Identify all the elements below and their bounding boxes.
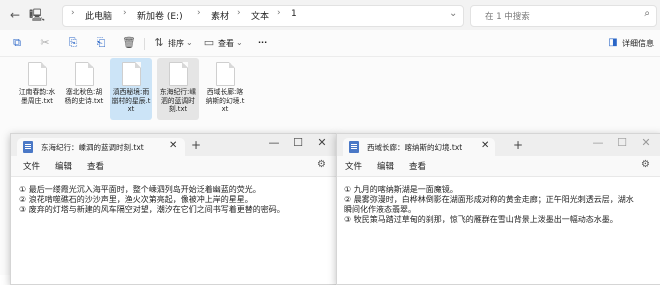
tab-document[interactable]: 西域长廊：喀纳斯的幻境.txt ✕	[343, 138, 495, 156]
text-file-icon	[122, 62, 141, 86]
text-line: ③ 废弃的灯塔与新建的风车隔空对望，潮汐在它们之间书写着更替的密码。	[19, 205, 285, 214]
file-item[interactable]: 塞北秋色:胡杨的史诗.txt	[63, 58, 105, 120]
new-tab-button[interactable]: +	[191, 138, 201, 152]
delete-icon[interactable]: 🗑	[122, 36, 136, 50]
text-line: ② 晨雾弥漫时，白桦林倒影在湖面形成对称的黄金走廊；正午阳光刺透云层，湖水	[344, 195, 634, 204]
minimize-button[interactable]: —	[585, 136, 611, 149]
chevron-down-icon: ⌄	[236, 38, 243, 47]
text-file-icon	[216, 62, 235, 86]
title-bar: 东海纪行：嵊泗的蓝调时刻.txt ✕ + — ☐ ✕	[11, 134, 336, 156]
address-bar[interactable]: › 此电脑 › 新加卷 (E:) › 素材 › 文本 › 1 ⌄	[62, 5, 464, 27]
view-button[interactable]: 查看	[218, 38, 234, 49]
file-name: 塞北秋色:胡杨的史诗.txt	[64, 88, 104, 105]
menu-edit[interactable]: 编辑	[377, 160, 394, 172]
view-icon[interactable]: ▭	[202, 36, 216, 50]
menu-bar: 文件 编辑 查看 ⚙	[11, 156, 336, 176]
breadcrumb-separator: ›	[71, 8, 75, 18]
details-pane-icon[interactable]: ◨	[606, 36, 620, 50]
address-dropdown-icon[interactable]: ⌄	[449, 8, 457, 19]
gear-icon[interactable]: ⚙	[641, 159, 650, 170]
minimize-button[interactable]: —	[261, 136, 287, 149]
paste-icon[interactable]: ⎗	[94, 36, 108, 50]
menu-file[interactable]: 文件	[345, 160, 362, 172]
text-line: ① 最后一缕霞光沉入海平面时，整个嵊泗列岛开始泛着幽蓝的荧光。	[19, 185, 261, 194]
gear-icon[interactable]: ⚙	[317, 159, 326, 170]
text-editor[interactable]: ① 九月的喀纳斯湖是一面魔镜。 ② 晨雾弥漫时，白桦林倒影在湖面形成对称的黄金走…	[337, 176, 660, 284]
notepad-window-right: 西域长廊：喀纳斯的幻境.txt ✕ + — ☐ ✕ 文件 编辑 查看 ⚙ ① 九…	[336, 133, 660, 285]
sort-button[interactable]: 排序	[168, 38, 184, 49]
chevron-down-icon: ⌄	[186, 38, 193, 47]
menu-file[interactable]: 文件	[23, 160, 40, 172]
notepad-icon	[23, 141, 33, 153]
file-name: 江南春韵:水墨周庄.txt	[18, 88, 56, 105]
close-button[interactable]: ✕	[309, 136, 335, 149]
details-button[interactable]: 详细信息	[622, 38, 654, 49]
search-input[interactable]: 在 1 中搜索 ⌕	[470, 5, 657, 27]
notepad-window-left: 东海纪行：嵊泗的蓝调时刻.txt ✕ + — ☐ ✕ 文件 编辑 查看 ⚙ ① …	[10, 133, 337, 285]
divider	[144, 38, 145, 50]
back-icon[interactable]: ←	[6, 6, 24, 24]
sort-icon[interactable]: ⇅	[152, 36, 166, 50]
menu-bar: 文件 编辑 查看 ⚙	[337, 156, 660, 176]
breadcrumb-separator: ›	[277, 8, 281, 18]
search-icon: ⌕	[644, 8, 650, 19]
computer-icon[interactable]: 🖳	[28, 6, 46, 24]
notepad-icon	[349, 141, 359, 153]
text-editor[interactable]: ① 最后一缕霞光沉入海平面时，整个嵊泗列岛开始泛着幽蓝的荧光。 ② 浪花啃噬礁石…	[11, 176, 336, 284]
breadcrumb-separator: ›	[197, 8, 201, 18]
text-file-icon	[169, 62, 188, 86]
breadcrumb-text[interactable]: 文本	[251, 9, 269, 22]
file-name: 东海纪行:嵊泗的蓝调时刻.txt	[159, 88, 197, 113]
file-name: 滇西秘境:雨崩村的星辰.txt	[111, 88, 151, 113]
tab-title: 西域长廊：喀纳斯的幻境.txt	[367, 143, 463, 152]
text-line: ① 九月的喀纳斯湖是一面魔镜。	[344, 185, 458, 194]
breadcrumb-material[interactable]: 素材	[211, 9, 229, 22]
new-tab-button[interactable]: +	[513, 138, 523, 152]
tab-title: 东海纪行：嵊泗的蓝调时刻.txt	[41, 143, 144, 152]
text-line: 瞬间化作液态翡翠。	[344, 205, 416, 214]
command-bar: ⧉ ✂ ⎘ ⎗ 🗑 ⇅ 排序 ⌄ ▭ 查看 ⌄ ··· ◨ 详细信息	[0, 30, 660, 57]
menu-view[interactable]: 查看	[409, 160, 426, 172]
title-bar: 西域长廊：喀纳斯的幻境.txt ✕ + — ☐ ✕	[337, 134, 660, 156]
file-name: 西域长廊:喀纳斯的幻境.txt	[205, 88, 245, 113]
breadcrumb-separator: ›	[237, 8, 241, 18]
file-item[interactable]: 西域长廊:喀纳斯的幻境.txt	[204, 58, 246, 120]
file-item[interactable]: 江南春韵:水墨周庄.txt	[16, 58, 58, 120]
text-line: ② 浪花啃噬礁石的沙沙声里，渔火次第亮起，像被冲上岸的星星。	[19, 195, 253, 204]
text-file-icon	[75, 62, 94, 86]
close-tab-icon[interactable]: ✕	[481, 140, 489, 151]
maximize-button[interactable]: ☐	[285, 136, 311, 149]
close-button[interactable]: ✕	[633, 136, 659, 149]
maximize-button[interactable]: ☐	[609, 136, 635, 149]
cut-icon[interactable]: ✂	[38, 36, 52, 50]
new-item-icon[interactable]: ⧉	[10, 36, 24, 50]
text-file-icon	[28, 62, 47, 86]
address-row: ← 🖳 › 此电脑 › 新加卷 (E:) › 素材 › 文本 › 1 ⌄ 在 1…	[0, 0, 660, 30]
breadcrumb-folder[interactable]: 1	[291, 9, 297, 19]
breadcrumb-this-pc[interactable]: 此电脑	[85, 9, 112, 22]
tab-document[interactable]: 东海纪行：嵊泗的蓝调时刻.txt ✕	[17, 138, 185, 156]
menu-view[interactable]: 查看	[87, 160, 104, 172]
copy-icon[interactable]: ⎘	[66, 36, 80, 50]
menu-edit[interactable]: 编辑	[55, 160, 72, 172]
search-placeholder: 在 1 中搜索	[485, 12, 530, 22]
file-item-selected[interactable]: 滇西秘境:雨崩村的星辰.txt	[110, 58, 152, 120]
breadcrumb-separator: ›	[123, 8, 127, 18]
close-tab-icon[interactable]: ✕	[169, 140, 177, 151]
breadcrumb-drive[interactable]: 新加卷 (E:)	[137, 9, 183, 22]
file-item-hover[interactable]: 东海纪行:嵊泗的蓝调时刻.txt	[157, 58, 199, 120]
text-line: ③ 牧民策马踏过草甸的刹那，惊飞的雁群在雪山背景上泼墨出一幅动态水墨。	[344, 215, 618, 224]
more-button[interactable]: ···	[258, 38, 267, 47]
